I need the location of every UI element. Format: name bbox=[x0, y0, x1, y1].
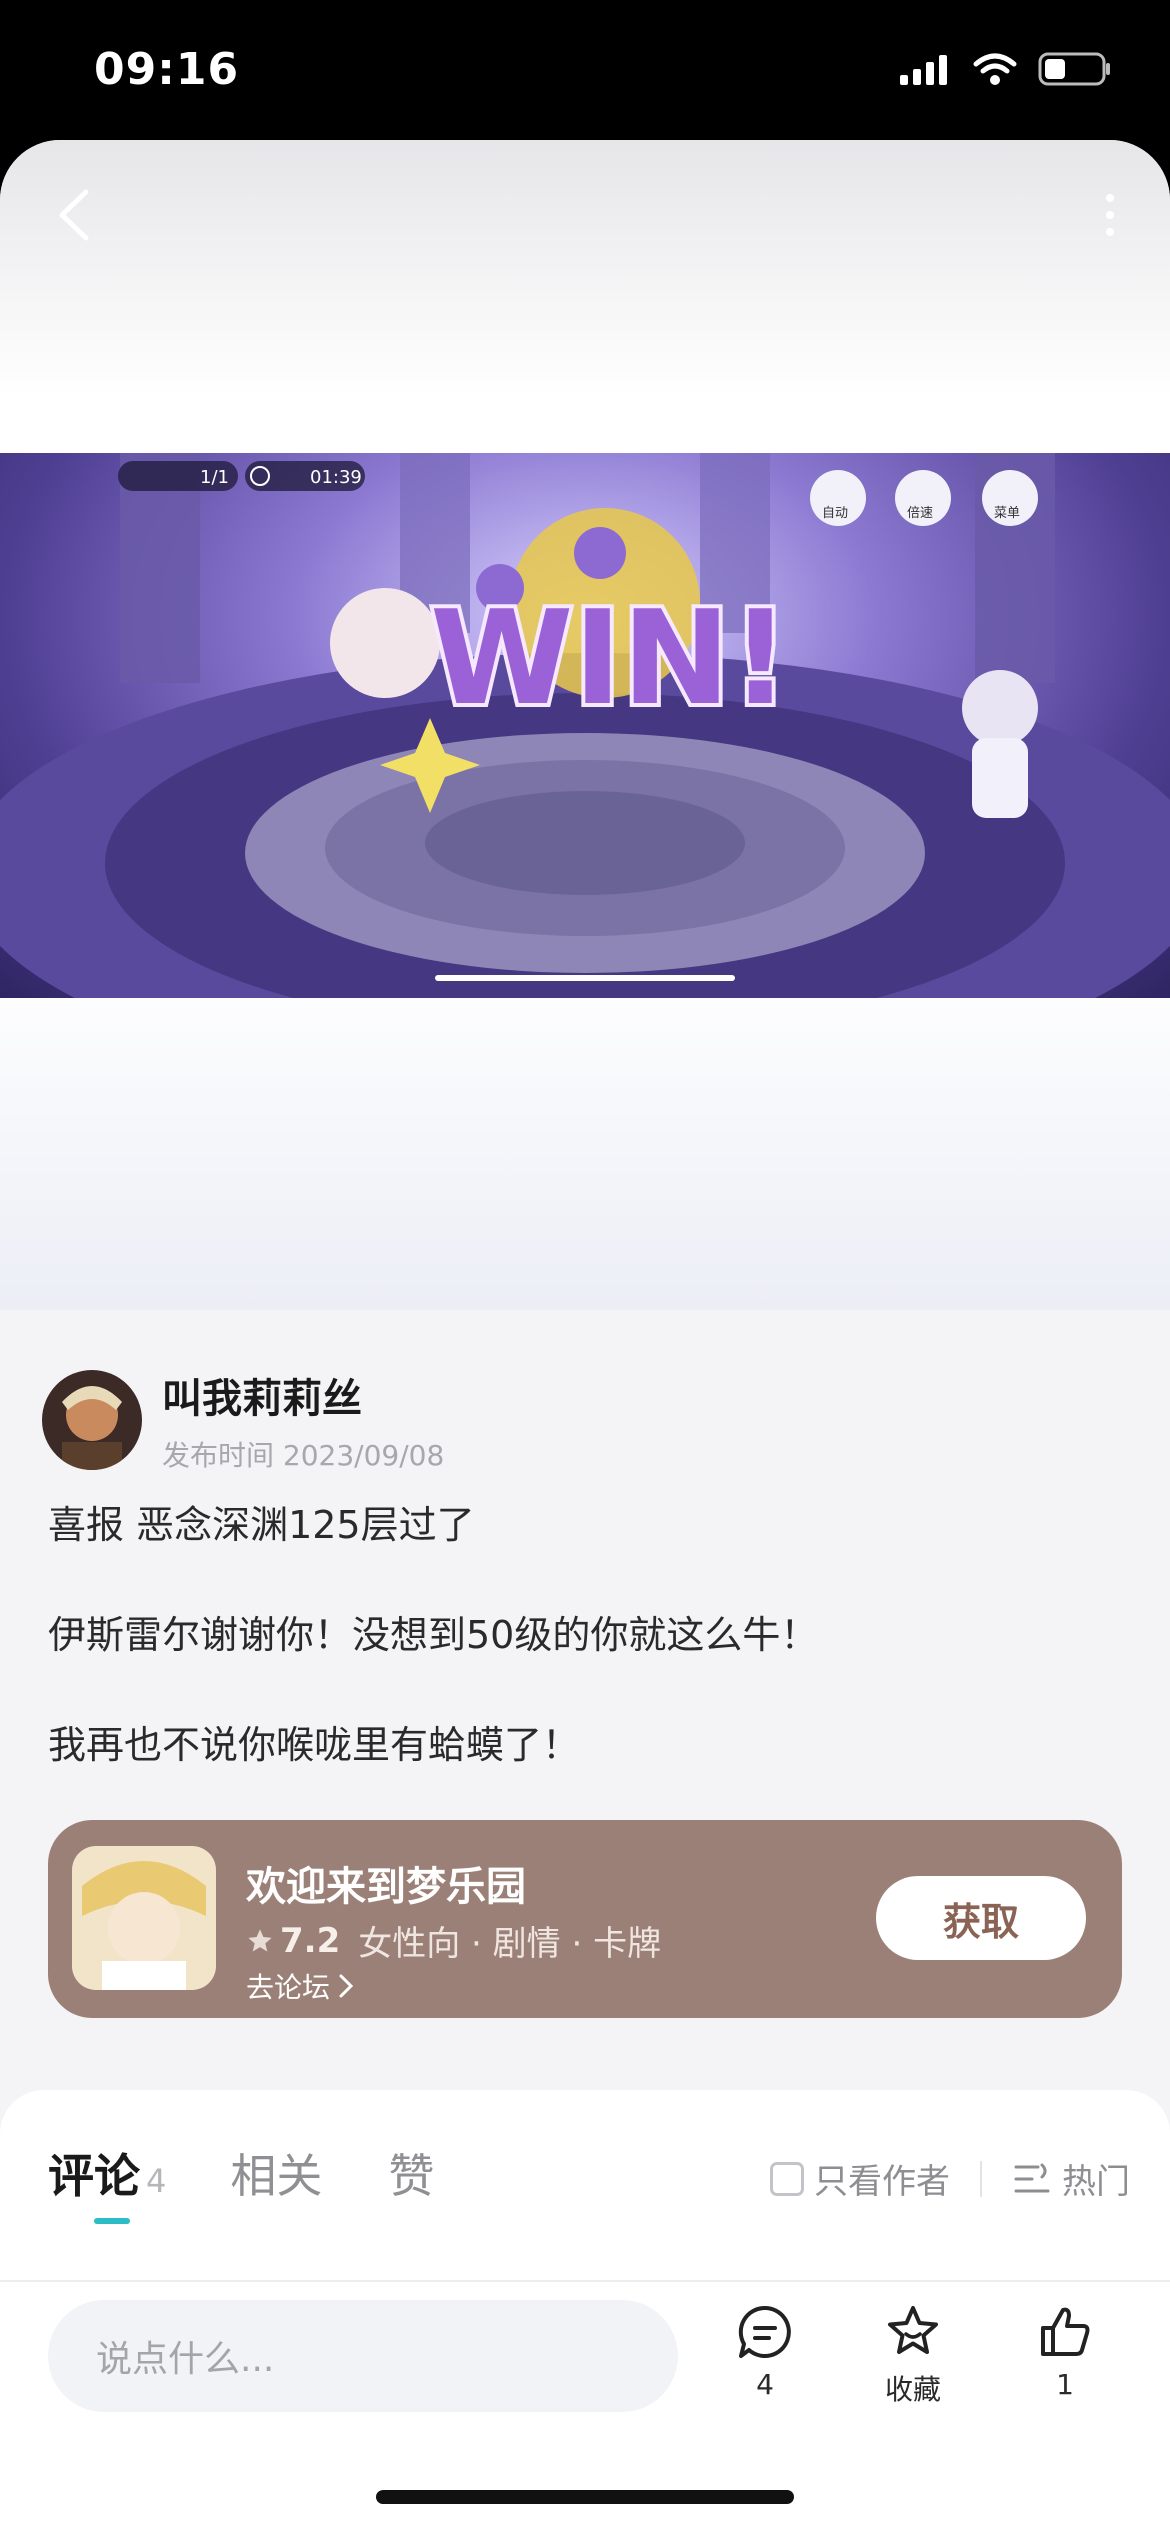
favorite-label: 收藏 bbox=[884, 2373, 941, 2406]
wifi-icon bbox=[973, 53, 1017, 85]
game-tags: 女性向 · 剧情 · 卡牌 bbox=[358, 1924, 662, 1964]
post-detail-screen: 1/1 01:39 自动 倍速 菜单 WIN! 叫我莉莉丝 发布时间 2023/… bbox=[0, 140, 1170, 2532]
game-app-icon[interactable] bbox=[72, 1846, 216, 1990]
author-name[interactable]: 叫我莉莉丝 bbox=[162, 1366, 444, 1424]
tab-label: 评论 bbox=[48, 2149, 140, 2203]
post-line: 伊斯雷尔谢谢你！没想到50级的你就这么牛！ bbox=[48, 1613, 819, 1657]
thumbs-up-icon bbox=[1041, 2307, 1090, 2356]
game-promo-card[interactable]: 欢迎来到梦乐园 7.2 女性向 · 剧情 · 卡牌 去论坛 获取 bbox=[48, 1820, 1122, 2018]
battle-count-text: 1/1 bbox=[200, 467, 229, 488]
post-content: 喜报 恶念深渊125层过了 伊斯雷尔谢谢你！没想到50级的你就这么牛！ 我再也不… bbox=[48, 1500, 1128, 1830]
game-rating-row: 7.2 女性向 · 剧情 · 卡牌 bbox=[246, 1916, 661, 1965]
favorite-button[interactable]: 收藏 bbox=[858, 2302, 968, 2408]
comment-input[interactable]: 说点什么... bbox=[48, 2300, 678, 2412]
tab-likes[interactable]: 赞 bbox=[388, 2140, 434, 2206]
status-icons bbox=[900, 52, 1112, 86]
game-screenshot-image[interactable]: 1/1 01:39 自动 倍速 菜单 WIN! bbox=[0, 453, 1170, 998]
hud-buttons: 自动 倍速 菜单 bbox=[810, 470, 1038, 526]
forum-link-label: 去论坛 bbox=[246, 1971, 331, 2004]
author-only-label[interactable]: 只看作者 bbox=[814, 2154, 950, 2203]
comment-count: 4 bbox=[756, 2368, 774, 2401]
author-row[interactable]: 叫我莉莉丝 发布时间 2023/09/08 bbox=[42, 1370, 444, 1472]
sort-hot-label[interactable]: 热门 bbox=[1062, 2154, 1130, 2203]
tab-comments[interactable]: 评论 4 bbox=[48, 2140, 167, 2224]
forum-link[interactable]: 去论坛 bbox=[246, 1966, 356, 2006]
star-icon bbox=[248, 1928, 272, 1951]
home-indicator[interactable] bbox=[376, 2490, 794, 2504]
win-banner: WIN! bbox=[430, 582, 790, 734]
game-title: 欢迎来到梦乐园 bbox=[246, 1864, 526, 1910]
like-count: 1 bbox=[1056, 2368, 1074, 2401]
status-bar: 09:16 bbox=[0, 0, 1170, 140]
sort-icon[interactable] bbox=[1012, 2161, 1052, 2197]
comment-count-badge: 4 bbox=[146, 2162, 167, 2200]
battle-timer-text: 01:39 bbox=[310, 467, 362, 488]
battery-icon bbox=[1038, 52, 1110, 86]
comment-button[interactable]: 4 bbox=[710, 2302, 820, 2401]
post-line: 喜报 恶念深渊125层过了 bbox=[48, 1503, 475, 1547]
hud-menu-label: 菜单 bbox=[994, 506, 1020, 521]
like-button[interactable]: 1 bbox=[1010, 2302, 1120, 2401]
comment-filters: 只看作者 热门 bbox=[770, 2154, 1130, 2203]
active-tab-indicator bbox=[94, 2218, 130, 2224]
more-options-icon[interactable] bbox=[1090, 180, 1130, 250]
cellular-signal-icon bbox=[900, 55, 947, 85]
filter-divider bbox=[980, 2160, 982, 2197]
hud-auto-label: 自动 bbox=[822, 506, 848, 521]
tab-related[interactable]: 相关 bbox=[230, 2140, 322, 2206]
star-outline-icon bbox=[888, 2306, 938, 2354]
comment-tabs: 评论 4 相关 赞 bbox=[48, 2140, 500, 2224]
chevron-right-icon bbox=[339, 1974, 354, 1998]
author-avatar[interactable] bbox=[42, 1370, 142, 1470]
post-line: 我再也不说你喉咙里有蛤蟆了！ bbox=[48, 1723, 581, 1767]
publish-time: 发布时间 2023/09/08 bbox=[162, 1439, 445, 1472]
status-time: 09:16 bbox=[94, 44, 240, 95]
comment-bubble-icon bbox=[738, 2305, 791, 2358]
post-media-area: 1/1 01:39 自动 倍速 菜单 WIN! bbox=[0, 140, 1170, 1310]
game-rating: 7.2 bbox=[280, 1920, 341, 1961]
author-only-checkbox[interactable] bbox=[770, 2161, 804, 2196]
get-game-button[interactable]: 获取 bbox=[876, 1876, 1086, 1960]
back-arrow-icon[interactable] bbox=[46, 180, 106, 250]
hud-speed-label: 倍速 bbox=[907, 506, 933, 521]
